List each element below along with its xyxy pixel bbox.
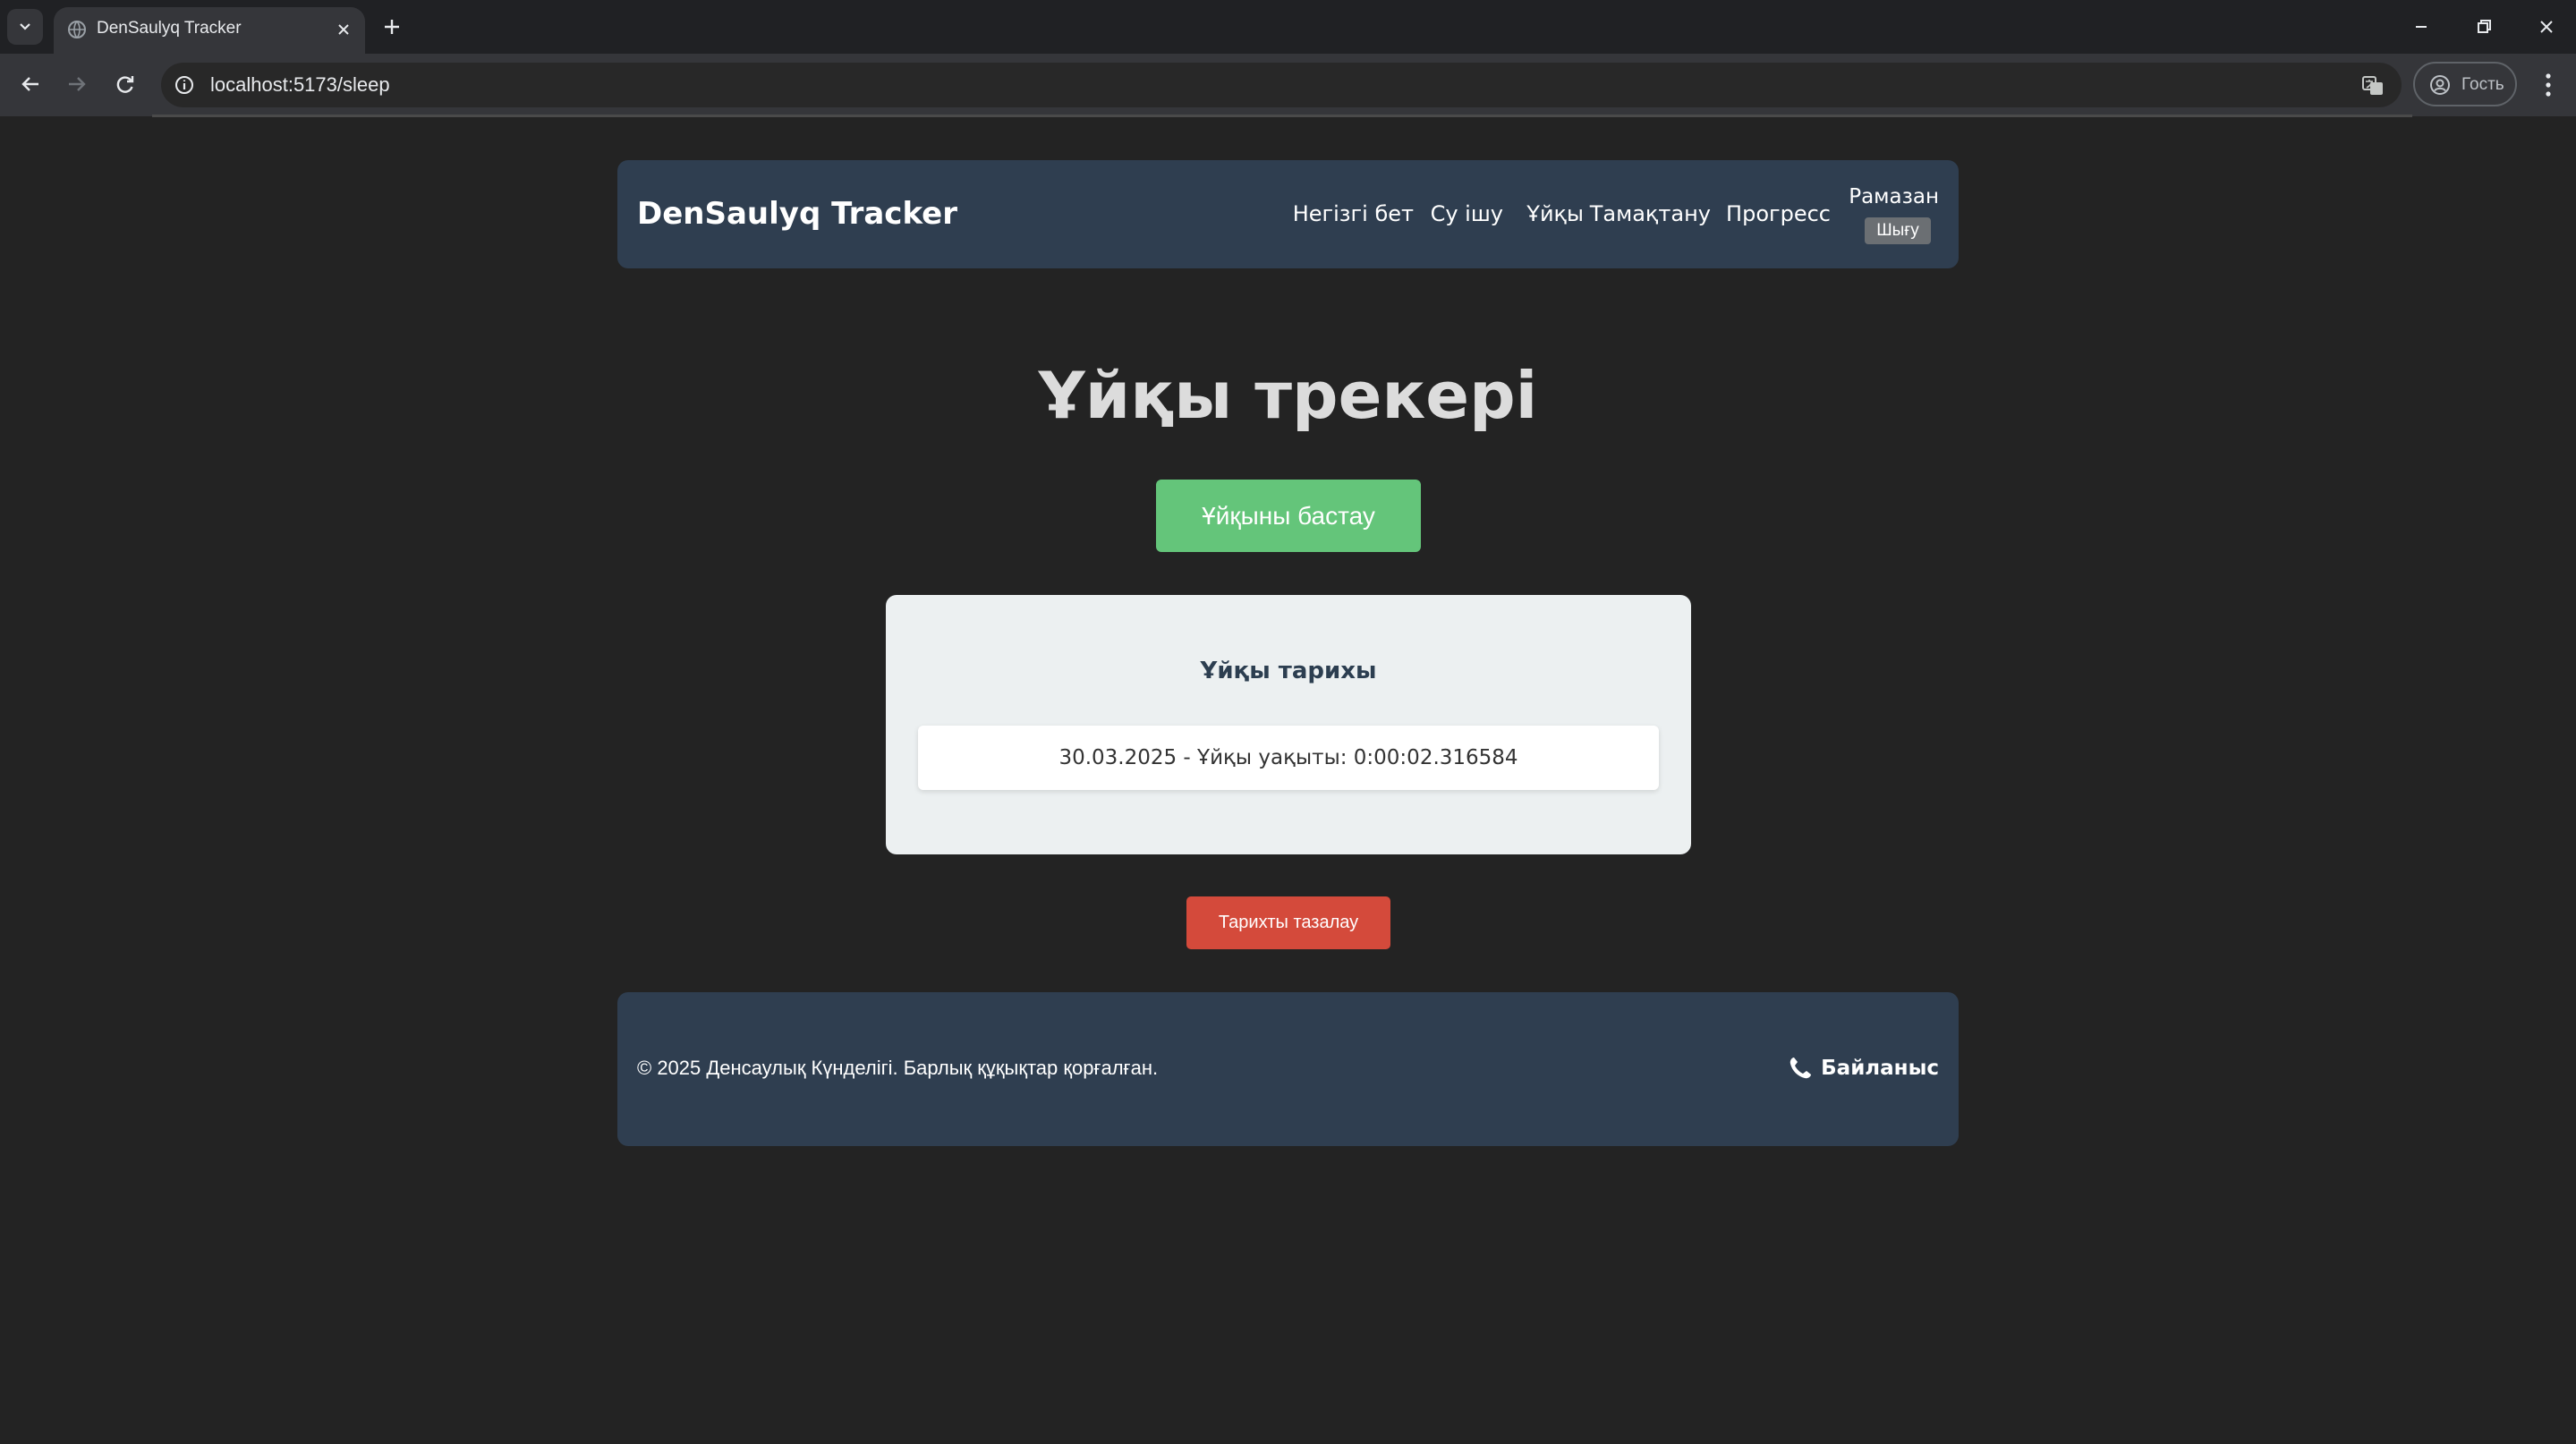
nav-link-nutrition[interactable]: Тамақтану [1590, 201, 1711, 226]
chevron-down-icon [20, 23, 30, 30]
person-icon [2430, 75, 2450, 95]
nav-link-water[interactable]: Су ішу [1431, 201, 1503, 226]
nav-link-home[interactable]: Негізгі бет [1293, 201, 1414, 226]
site-footer: © 2025 Денсаулық Күнделігі. Барлық құқық… [617, 992, 1959, 1146]
site-header: DenSaulyq Tracker Негізгі бет Су ішу Ұйқ… [617, 160, 1959, 268]
kebab-menu-icon[interactable] [2539, 69, 2557, 101]
toolbar-divider [152, 115, 2412, 117]
history-item: 30.03.2025 - Ұйқы уақыты: 0:00:02.316584 [918, 726, 1659, 790]
translate-icon[interactable] [2360, 73, 2385, 98]
browser-tab[interactable]: DenSaulyq Tracker [54, 7, 365, 54]
forward-arrow-icon[interactable] [63, 70, 91, 98]
new-tab-icon[interactable] [378, 13, 406, 41]
close-icon[interactable] [333, 19, 354, 40]
profile-button[interactable]: Гость [2413, 62, 2517, 106]
contact-link[interactable]: Байланыс [1787, 1055, 1939, 1082]
restore-icon[interactable] [2471, 14, 2496, 39]
brand-logo[interactable]: DenSaulyq Tracker [637, 196, 957, 232]
phone-icon [1790, 1058, 1812, 1079]
back-arrow-icon[interactable] [16, 70, 45, 98]
globe-icon [68, 21, 86, 38]
tab-title: DenSaulyq Tracker [97, 19, 242, 38]
sleep-history-card: Ұйқы тарихы 30.03.2025 - Ұйқы уақыты: 0:… [886, 595, 1691, 854]
browser-toolbar: localhost:5173/sleep Гость [0, 54, 2576, 117]
nav-link-sleep[interactable]: Ұйқы [1526, 201, 1584, 226]
clear-history-button[interactable]: Тарихты тазалау [1186, 896, 1390, 949]
profile-label: Гость [2461, 75, 2504, 94]
tab-search-button[interactable] [7, 9, 43, 45]
address-bar[interactable]: localhost:5173/sleep [161, 63, 2402, 107]
nav-link-progress[interactable]: Прогресс [1726, 201, 1831, 226]
site-info-icon[interactable] [174, 74, 195, 96]
window-close-icon[interactable] [2534, 14, 2559, 39]
user-name: Рамазан [1849, 185, 1939, 208]
logout-button[interactable]: Шығу [1865, 217, 1931, 244]
history-title: Ұйқы тарихы [1200, 658, 1377, 684]
url-text[interactable]: localhost:5173/sleep [210, 73, 390, 97]
copyright-text: © 2025 Денсаулық Күнделігі. Барлық құқық… [637, 1057, 1159, 1079]
browser-tab-bar: DenSaulyq Tracker [0, 0, 2576, 54]
start-sleep-button[interactable]: Ұйқыны бастау [1156, 480, 1421, 552]
contact-label: Байланыс [1821, 1057, 1939, 1080]
reload-icon[interactable] [111, 70, 140, 98]
page-title: Ұйқы трекері [1038, 358, 1538, 433]
minimize-icon[interactable] [2409, 14, 2434, 39]
